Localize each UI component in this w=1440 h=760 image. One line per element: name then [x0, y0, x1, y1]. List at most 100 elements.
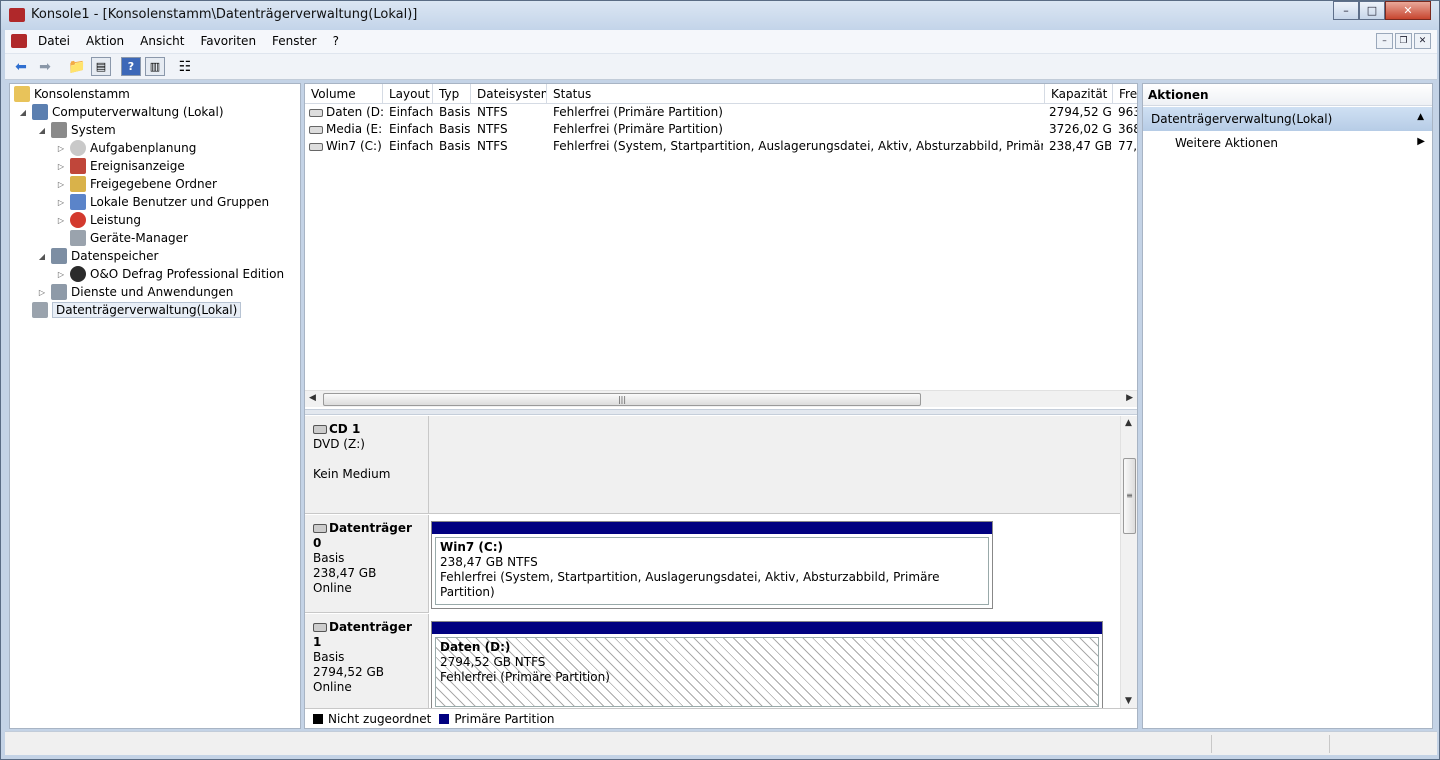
mdi-close-button[interactable]: ✕ [1414, 33, 1431, 49]
expand-icon[interactable]: ▷ [56, 198, 66, 207]
tree-item-datenspeicher[interactable]: ◢ Datenspeicher [37, 247, 158, 265]
drive-icon [309, 108, 323, 117]
expand-icon[interactable]: ▷ [56, 180, 66, 189]
actions-title: Aktionen [1143, 84, 1432, 106]
collapse-icon[interactable]: ◢ [37, 252, 47, 261]
submenu-arrow-icon: ▶ [1417, 136, 1425, 147]
console-tree: Konsolenstamm ◢ Computerverwaltung (Loka… [9, 83, 301, 729]
tree-item-datentraegerverwaltung[interactable]: Datenträgerverwaltung(Lokal) [32, 301, 242, 319]
collapse-caret-icon[interactable]: ▲ [1417, 112, 1424, 122]
column-header-typ[interactable]: Typ [433, 84, 471, 104]
menu-help[interactable]: ? [333, 34, 339, 48]
folder-icon [14, 86, 30, 102]
disk-kind: Basis [313, 650, 345, 664]
cell-dateisystem: NTFS [477, 105, 508, 119]
show-hide-action-pane-icon[interactable]: ▥ [145, 57, 165, 76]
tree-item-ereignisanzeige[interactable]: ▷ Ereignisanzeige [56, 157, 185, 175]
menu-ansicht[interactable]: Ansicht [140, 34, 184, 48]
cd1-empty-area [429, 416, 1120, 514]
partition-win7[interactable]: Win7 (C:) 238,47 GB NTFS Fehlerfrei (Sys… [431, 521, 993, 609]
status-segment [1329, 735, 1330, 753]
legend: Nicht zugeordnet Primäre Partition [305, 708, 1137, 728]
collapse-icon[interactable]: ◢ [37, 126, 47, 135]
menu-datei[interactable]: Datei [38, 34, 70, 48]
tree-item-computerverwaltung[interactable]: ◢ Computerverwaltung (Lokal) [18, 103, 224, 121]
show-hide-tree-icon[interactable]: ▤ [91, 57, 111, 76]
menu-fenster[interactable]: Fenster [272, 34, 317, 48]
volume-row-win7[interactable]: Win7 (C:) Einfach Basis NTFS Fehlerfrei … [305, 138, 1137, 155]
expand-icon[interactable]: ▷ [56, 216, 66, 225]
tree-item-freigegebene-ordner[interactable]: ▷ Freigegebene Ordner [56, 175, 217, 193]
collapse-icon[interactable]: ◢ [18, 108, 28, 117]
column-header-status[interactable]: Status [547, 84, 1045, 104]
expand-icon[interactable]: ▷ [56, 270, 66, 279]
help-icon[interactable]: ? [121, 57, 141, 76]
expand-icon[interactable]: ▷ [56, 144, 66, 153]
disk-size: 238,47 GB [313, 566, 377, 580]
actions-section[interactable]: Datenträgerverwaltung(Lokal) ▲ [1143, 107, 1432, 131]
column-header-kapazitaet[interactable]: Kapazität [1045, 84, 1113, 104]
menu-favoriten[interactable]: Favoriten [200, 34, 256, 48]
partition-daten[interactable]: Daten (D:) 2794,52 GB NTFS Fehlerfrei (P… [431, 621, 1103, 708]
pane-splitter[interactable] [305, 409, 1137, 415]
back-arrow-icon[interactable]: ⬅ [11, 57, 31, 76]
unallocated-swatch [313, 713, 323, 724]
expand-icon[interactable]: ▷ [56, 162, 66, 171]
minimize-button[interactable]: – [1333, 1, 1359, 20]
tree-item-aufgabenplanung[interactable]: ▷ Aufgabenplanung [56, 139, 196, 157]
disk-graphical-view: CD 1 DVD (Z:) Kein Medium Datenträger 0 … [305, 416, 1137, 708]
cell-kapazitaet: 238,47 GB [1049, 139, 1111, 153]
mdi-minimize-button[interactable]: – [1376, 33, 1393, 49]
horizontal-scroll-thumb[interactable]: ||| [323, 393, 921, 406]
tree-item-dienste[interactable]: ▷ Dienste und Anwendungen [37, 283, 233, 301]
tree-item-label: Datenträgerverwaltung(Lokal) [52, 302, 242, 318]
horizontal-scrollbar[interactable]: ◀ ||| ▶ [305, 390, 1137, 407]
users-icon [70, 194, 86, 210]
mdi-restore-button[interactable]: ❐ [1395, 33, 1412, 49]
close-button[interactable]: ✕ [1385, 1, 1431, 20]
tree-item-label: Dienste und Anwendungen [71, 285, 234, 299]
cd-drive-icon [313, 425, 327, 434]
tree-item-leistung[interactable]: ▷ Leistung [56, 211, 141, 229]
column-header-frei[interactable]: Fre [1113, 84, 1137, 104]
column-header-layout[interactable]: Layout [383, 84, 433, 104]
system-tools-icon [51, 122, 67, 138]
maximize-button[interactable]: □ [1359, 1, 1385, 20]
scroll-right-arrow-icon[interactable]: ▶ [1126, 393, 1133, 403]
weitere-aktionen-item[interactable]: Weitere Aktionen ▶ [1175, 136, 1425, 150]
volume-row-media[interactable]: Media (E:) Einfach Basis NTFS Fehlerfrei… [305, 121, 1137, 138]
scroll-down-arrow-icon[interactable]: ▼ [1125, 696, 1132, 706]
defrag-icon [70, 266, 86, 282]
services-icon [51, 284, 67, 300]
partition-color-bar [432, 622, 1102, 634]
cell-status: Fehlerfrei (Primäre Partition) [553, 105, 723, 119]
hard-disk-icon [313, 524, 327, 533]
disk-label-cd1[interactable]: CD 1 DVD (Z:) Kein Medium [305, 416, 429, 514]
properties-icon[interactable]: ☷ [175, 57, 195, 76]
column-header-dateisystem[interactable]: Dateisystem [471, 84, 547, 104]
forward-arrow-icon[interactable]: ➡ [35, 57, 55, 76]
vertical-scrollbar[interactable]: ▲ ≡ ▼ [1120, 416, 1137, 708]
tree-item-lokale-benutzer[interactable]: ▷ Lokale Benutzer und Gruppen [56, 193, 269, 211]
disk-label-disk0[interactable]: Datenträger 0 Basis 238,47 GB Online [305, 515, 429, 613]
up-folder-icon[interactable]: 📁 [67, 57, 87, 76]
tree-item-konsolenstamm[interactable]: Konsolenstamm [14, 85, 130, 103]
event-viewer-icon [70, 158, 86, 174]
column-header-volume[interactable]: Volume [305, 84, 383, 104]
tree-item-geraete-manager[interactable]: Geräte-Manager [56, 229, 188, 247]
disk-name: CD 1 [313, 422, 420, 437]
volume-row-daten[interactable]: Daten (D:) Einfach Basis NTFS Fehlerfrei… [305, 104, 1137, 121]
scroll-left-arrow-icon[interactable]: ◀ [309, 393, 316, 403]
disk-label-disk1[interactable]: Datenträger 1 Basis 2794,52 GB Online [305, 614, 429, 708]
tree-item-system[interactable]: ◢ System [37, 121, 116, 139]
vertical-scroll-thumb[interactable]: ≡ [1123, 458, 1136, 534]
title-bar[interactable]: Konsole1 - [Konsolenstamm\Datenträgerver… [1, 1, 1439, 30]
tree-item-label: Leistung [90, 213, 141, 227]
system-menu-icon[interactable] [11, 34, 27, 48]
tree-item-label: System [71, 123, 116, 137]
menu-aktion[interactable]: Aktion [86, 34, 124, 48]
scroll-up-arrow-icon[interactable]: ▲ [1125, 418, 1132, 428]
tree-item-oo-defrag[interactable]: ▷ O&O Defrag Professional Edition [56, 265, 284, 283]
cell-volume: Daten (D:) [309, 105, 383, 119]
expand-icon[interactable]: ▷ [37, 288, 47, 297]
